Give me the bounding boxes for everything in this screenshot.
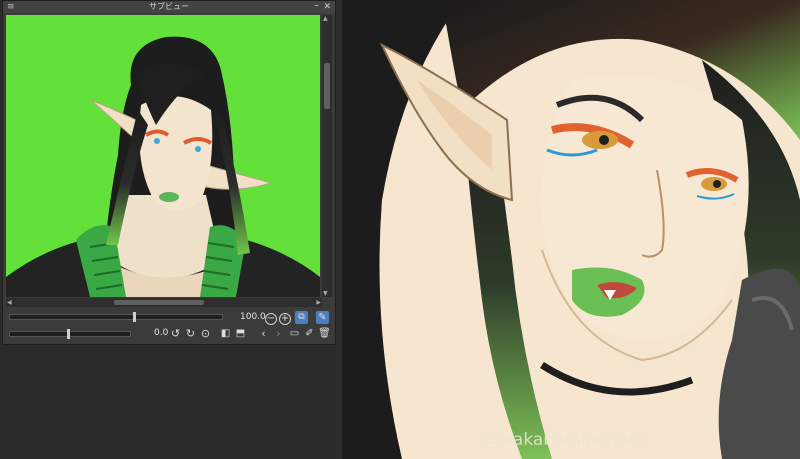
flip-horizontal-icon[interactable]: ◧	[219, 327, 232, 340]
character-closeup-artwork	[342, 0, 800, 459]
zoom-slider[interactable]	[9, 314, 223, 320]
scroll-up-icon[interactable]: ▲	[323, 15, 328, 22]
zoom-slider-handle[interactable]	[133, 312, 136, 322]
open-folder-icon[interactable]: ▭	[288, 327, 301, 340]
next-icon[interactable]: ›	[272, 327, 285, 340]
scroll-right-icon[interactable]: ▶	[316, 298, 321, 307]
panel-title: サブビュー	[149, 2, 189, 11]
reset-rotation-icon[interactable]: ⊙	[199, 327, 212, 340]
reference-image-preview[interactable]	[6, 15, 320, 297]
edit-icon[interactable]: ✐	[303, 327, 316, 340]
sub-view-panel: ≡ サブビュー – ✕ ▲ ▼ ◀ ▶ 100.0 − + ⧉ ✎ 0.0 ↺ …	[2, 0, 336, 345]
horizontal-scrollbar[interactable]: ◀ ▶	[6, 298, 322, 307]
close-icon[interactable]: ✕	[323, 1, 331, 13]
scroll-left-icon[interactable]: ◀	[7, 298, 12, 307]
minimize-icon[interactable]: –	[314, 0, 319, 12]
rotate-left-icon[interactable]: ↺	[169, 327, 182, 340]
zoom-value: 100.0	[240, 312, 266, 322]
zoom-out-icon[interactable]: −	[265, 313, 277, 325]
zoom-in-icon[interactable]: +	[279, 313, 291, 325]
rotation-slider[interactable]	[9, 331, 131, 337]
eyedropper-icon[interactable]: ✎	[316, 311, 329, 324]
fit-to-window-icon[interactable]: ⧉	[295, 311, 308, 324]
drawing-canvas[interactable]	[342, 0, 800, 459]
vertical-scrollbar[interactable]: ▲ ▼	[322, 15, 332, 297]
previous-icon[interactable]: ‹	[257, 327, 270, 340]
artist-watermark: @wakabaminohara	[482, 430, 646, 450]
empty-panel-area	[0, 346, 340, 459]
horizontal-scroll-thumb[interactable]	[114, 300, 204, 305]
scroll-down-icon[interactable]: ▼	[323, 290, 328, 297]
trash-icon[interactable]: 🗑	[318, 327, 331, 340]
rotate-right-icon[interactable]: ↻	[184, 327, 197, 340]
rotation-value: 0.0	[154, 328, 169, 338]
rotation-slider-handle[interactable]	[67, 329, 70, 339]
character-portrait-image	[6, 36, 320, 297]
flip-vertical-icon[interactable]: ⬒	[234, 327, 247, 340]
vertical-scroll-thumb[interactable]	[324, 63, 330, 109]
panel-title-bar[interactable]: ≡ サブビュー – ✕	[3, 0, 335, 13]
